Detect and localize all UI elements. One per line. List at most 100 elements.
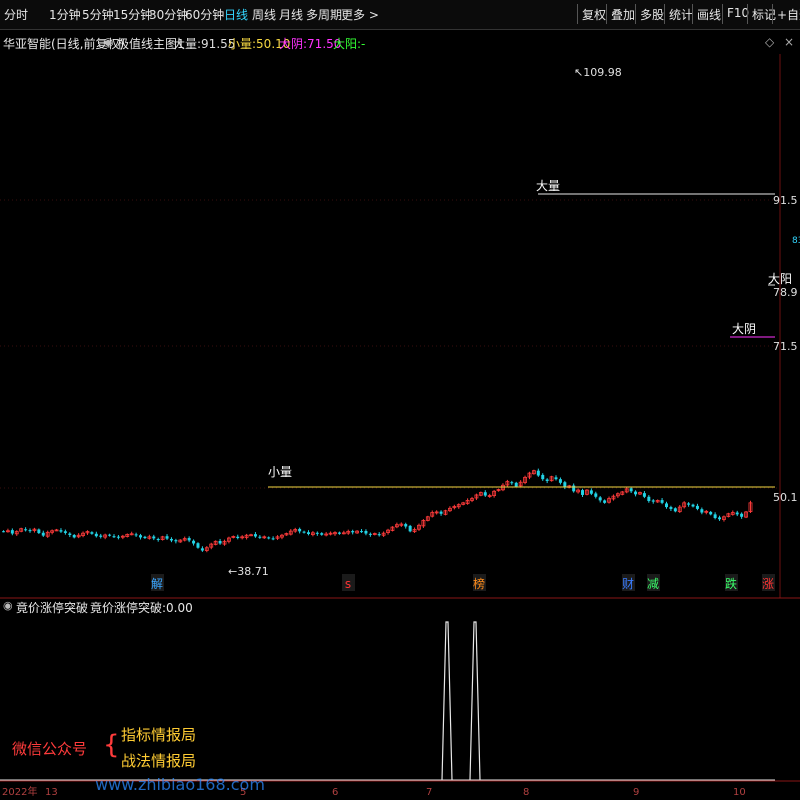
event-marker: 榜 bbox=[473, 576, 485, 591]
event-marker: 财 bbox=[622, 577, 634, 591]
period-tab-5[interactable]: 60分钟 bbox=[185, 6, 224, 23]
level-big-volume: 大量:91.55 bbox=[173, 35, 235, 52]
level-label: 小量: bbox=[228, 37, 257, 51]
level-label: 大阳: bbox=[333, 37, 362, 51]
candle-body bbox=[740, 513, 744, 517]
toolbar-button-7[interactable]: +自选 bbox=[777, 6, 800, 23]
candle-body bbox=[364, 530, 368, 534]
candle-body bbox=[174, 540, 178, 542]
toolbar-separator bbox=[664, 4, 665, 24]
candle-body bbox=[665, 503, 668, 508]
candle-body bbox=[713, 514, 717, 519]
period-tab-6[interactable]: 日线 bbox=[224, 6, 248, 23]
period-toolbar: 分时 1分钟 5分钟 15分钟 30分钟 60分钟 日线 周线 月线 多周期 更多 > 复权 叠加 多股统… bbox=[0, 0, 800, 30]
toolbar-separator bbox=[606, 4, 607, 24]
candle-body bbox=[72, 534, 76, 538]
candle-body bbox=[629, 488, 633, 492]
oscillator-settings-icon[interactable]: ◉ bbox=[3, 599, 13, 612]
event-marker: s bbox=[345, 577, 351, 591]
candle-body bbox=[41, 532, 45, 536]
toolbar-button-3[interactable]: 统计 bbox=[669, 6, 693, 23]
candle-body bbox=[408, 525, 412, 532]
candle-body bbox=[377, 534, 381, 536]
candle-body bbox=[2, 531, 5, 533]
candle-body bbox=[169, 538, 173, 541]
candle-body bbox=[218, 541, 222, 544]
period-tab-8[interactable]: 月线 bbox=[279, 6, 303, 23]
toolbar-button-5[interactable]: F10 bbox=[727, 6, 749, 20]
candle-body bbox=[337, 532, 341, 534]
period-tab-0[interactable]: 分时 bbox=[4, 6, 28, 23]
candle-body bbox=[589, 490, 593, 494]
oscillator-label: 竟价涨停突破: bbox=[90, 601, 167, 615]
toolbar-button-0[interactable]: 复权 bbox=[582, 6, 606, 23]
candle-body bbox=[112, 536, 116, 538]
candle-body bbox=[598, 497, 602, 501]
annotation-big-yin: 大阴 bbox=[732, 322, 756, 336]
oscillator-value: 0.00 bbox=[166, 601, 193, 615]
indicator-settings-icon[interactable]: ◉ bbox=[103, 35, 113, 49]
promo-line-1: 指标情报局 bbox=[121, 726, 197, 744]
toolbar-button-4[interactable]: 画线 bbox=[697, 6, 721, 23]
candle-body bbox=[351, 531, 355, 533]
period-tab-4[interactable]: 30分钟 bbox=[149, 6, 188, 23]
candle-body bbox=[581, 490, 585, 495]
toolbar-separator bbox=[577, 4, 578, 24]
period-tab-2[interactable]: 5分钟 bbox=[82, 6, 114, 23]
toolbar-button-1[interactable]: 叠加 bbox=[611, 6, 635, 23]
candle-body bbox=[718, 517, 722, 520]
candle-body bbox=[200, 548, 204, 551]
period-tab-9[interactable]: 多周期 bbox=[306, 6, 342, 23]
candle-body bbox=[152, 536, 156, 539]
candle-body bbox=[192, 540, 196, 544]
candle-body bbox=[196, 543, 200, 548]
candle-body bbox=[108, 534, 112, 536]
candle-body bbox=[647, 496, 651, 502]
y-axis-label: 71.5 bbox=[773, 340, 798, 353]
candle-body bbox=[572, 485, 576, 492]
oscillator-title[interactable]: 竟价涨停突破 bbox=[16, 599, 88, 616]
candle-body bbox=[28, 530, 32, 532]
period-tab-7[interactable]: 周线 bbox=[252, 6, 276, 23]
candle-body bbox=[673, 508, 677, 512]
event-marker: 减 bbox=[647, 577, 659, 591]
candle-body bbox=[439, 511, 443, 514]
level-value: - bbox=[361, 37, 366, 51]
candle-body bbox=[143, 536, 147, 539]
event-marker: 跌 bbox=[725, 576, 737, 591]
candle-body bbox=[634, 491, 638, 495]
period-tab-1[interactable]: 1分钟 bbox=[49, 6, 81, 23]
candle-body bbox=[483, 492, 487, 496]
low-price-label: ←38.71 bbox=[228, 565, 269, 578]
period-tab-3[interactable]: 15分钟 bbox=[113, 6, 152, 23]
event-marker: 涨 bbox=[762, 576, 774, 591]
candle-body bbox=[10, 530, 14, 534]
candle-body bbox=[541, 474, 545, 480]
date-axis-label: 7 bbox=[426, 787, 432, 798]
period-tab-10[interactable]: 更多 > bbox=[341, 6, 379, 23]
candle-body bbox=[691, 504, 695, 507]
candle-body bbox=[94, 533, 98, 537]
candle-body bbox=[700, 509, 704, 513]
y-axis-cut-label: 83 bbox=[792, 236, 800, 246]
toolbar-separator bbox=[692, 4, 693, 24]
candle-body bbox=[687, 503, 691, 505]
candle-body bbox=[165, 536, 169, 539]
y-axis-label: 78.9 bbox=[773, 286, 798, 299]
candle-body bbox=[514, 482, 518, 487]
oscillator-spike bbox=[441, 621, 453, 781]
promo-line-2: 战法情报局 bbox=[121, 752, 197, 770]
diamond-icon[interactable]: ◇ bbox=[765, 35, 774, 49]
candle-body bbox=[642, 493, 646, 497]
indicator-info-bar: 华亚智能(日线,前复权) ◉ 极值线主图1 大量:91.55 小量:50.10 … bbox=[0, 30, 800, 54]
kline-chart[interactable]: 91.5 78.9 71.5 50.1 83 ↖109.98 ←38.71 大量小量 大阴 大阳解… bbox=[0, 54, 800, 800]
candle-body bbox=[660, 500, 664, 503]
toolbar-button-2[interactable]: 多股 bbox=[640, 6, 664, 23]
candle-body bbox=[695, 505, 699, 509]
annotation-big-yang: 大阳 bbox=[768, 272, 792, 286]
candle-body bbox=[63, 531, 67, 533]
y-axis-label: 91.5 bbox=[773, 194, 798, 207]
date-axis-label: 10 bbox=[733, 787, 746, 798]
candle-body bbox=[536, 470, 540, 476]
close-icon[interactable]: × bbox=[784, 35, 794, 49]
